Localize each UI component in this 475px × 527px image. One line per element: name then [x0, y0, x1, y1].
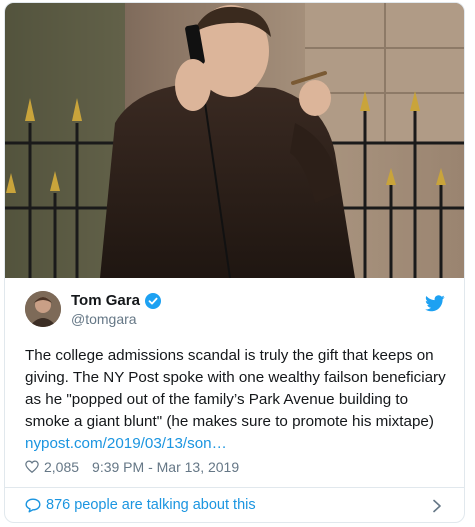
twitter-bird-icon[interactable]: [425, 295, 445, 312]
author-avatar[interactable]: [25, 291, 61, 327]
tweet-author[interactable]: Tom Gara @tomgara: [25, 291, 445, 331]
conversation-link[interactable]: 876 people are talking about this: [25, 497, 256, 513]
tweet-text: The college admissions scandal is truly …: [25, 345, 450, 455]
speech-bubble-icon: [25, 498, 41, 512]
tweet-body-text: The college admissions scandal is truly …: [25, 347, 450, 430]
tweet-card[interactable]: Tom Gara @tomgara The college admissions…: [4, 2, 465, 523]
tweet-timestamp[interactable]: 9:39 PM - Mar 13, 2019: [92, 459, 239, 475]
tweet-link[interactable]: nypost.com/2019/03/13/son…: [25, 435, 227, 452]
chevron-right-icon[interactable]: [432, 499, 442, 513]
author-display-name[interactable]: Tom Gara: [71, 292, 140, 309]
card-divider: [5, 487, 464, 488]
author-handle[interactable]: @tomgara: [71, 311, 137, 327]
tweet-meta: 2,085 9:39 PM - Mar 13, 2019: [25, 459, 239, 475]
heart-icon[interactable]: [25, 460, 39, 474]
like-count[interactable]: 2,085: [44, 459, 79, 475]
conversation-label[interactable]: 876 people are talking about this: [46, 497, 256, 513]
verified-badge-icon: [144, 292, 161, 309]
tweet-photo-image: [5, 3, 464, 278]
tweet-photo[interactable]: [5, 3, 464, 278]
avatar-icon: [25, 291, 61, 327]
